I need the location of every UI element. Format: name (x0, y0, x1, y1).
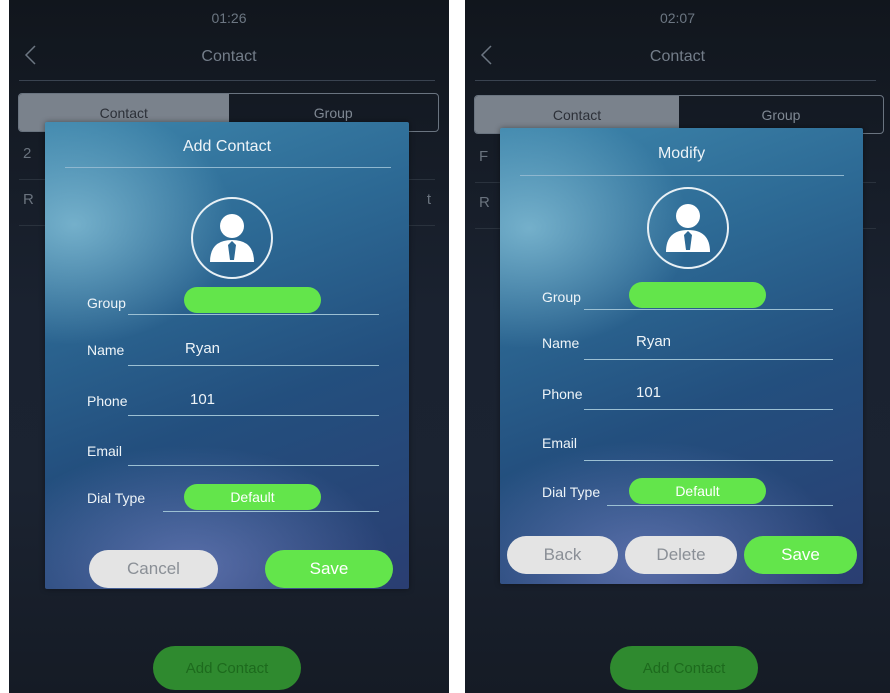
add-contact-button[interactable]: Add Contact (610, 646, 758, 690)
add-contact-dialog: Add Contact Group Name Ryan Phone 101 Em… (45, 122, 409, 589)
list-item-text: 2 (23, 145, 32, 162)
group-select[interactable] (184, 287, 321, 313)
right-screen: 02:07 Contact Contact Group F R Add Cont… (465, 0, 890, 693)
email-underline (128, 465, 379, 466)
list-item-text: F (479, 148, 489, 165)
status-time: 02:07 (659, 10, 696, 26)
page-title: Contact (201, 48, 257, 65)
status-time: 01:26 (211, 10, 247, 26)
save-button[interactable]: Save (265, 550, 393, 588)
delete-button[interactable]: Delete (625, 536, 737, 574)
group-select[interactable] (629, 282, 766, 308)
header-divider (19, 80, 435, 81)
name-field[interactable]: Ryan (185, 340, 220, 357)
dial-type-select[interactable]: Default (629, 478, 766, 504)
cancel-button[interactable]: Cancel (89, 550, 218, 588)
group-underline (128, 314, 379, 315)
dial-type-label: Dial Type (87, 490, 146, 506)
name-field[interactable]: Ryan (636, 333, 671, 350)
add-contact-button[interactable]: Add Contact (153, 646, 301, 690)
list-item-text: R (479, 194, 490, 211)
email-label: Email (542, 435, 578, 451)
email-label: Email (87, 443, 123, 459)
name-underline (128, 365, 379, 366)
dial-type-label: Dial Type (542, 484, 601, 500)
name-label: Name (87, 342, 125, 358)
back-button[interactable]: Back (507, 536, 618, 574)
save-button[interactable]: Save (744, 536, 857, 574)
phone-underline (128, 415, 379, 416)
group-label: Group (542, 289, 581, 305)
phone-field[interactable]: 101 (636, 384, 661, 401)
dial-type-underline (607, 505, 833, 506)
list-item-trailing-text: t (426, 191, 431, 208)
list-item-text: R (23, 191, 34, 208)
dialog-title-divider (520, 175, 844, 176)
phone-field[interactable]: 101 (190, 391, 215, 408)
contact-avatar-icon (647, 187, 729, 269)
email-underline (584, 460, 833, 461)
group-label: Group (87, 295, 126, 311)
name-label: Name (542, 335, 580, 351)
phone-label: Phone (542, 386, 583, 402)
group-underline (584, 309, 833, 310)
modify-contact-dialog: Modify Group Name Ryan Phone 101 Email D… (500, 128, 863, 584)
dialog-title-divider (65, 167, 391, 168)
left-screen: 01:26 Contact Contact Group 2 R t Add Co… (9, 0, 449, 693)
contact-avatar-icon (191, 197, 273, 279)
phone-underline (584, 409, 833, 410)
header-divider (475, 80, 876, 81)
dialog-title: Modify (657, 145, 706, 162)
dial-type-underline (163, 511, 379, 512)
page-title: Contact (649, 48, 706, 65)
dial-type-select[interactable]: Default (184, 484, 321, 510)
name-underline (584, 359, 833, 360)
dialog-title: Add Contact (182, 138, 272, 155)
phone-label: Phone (87, 393, 128, 409)
